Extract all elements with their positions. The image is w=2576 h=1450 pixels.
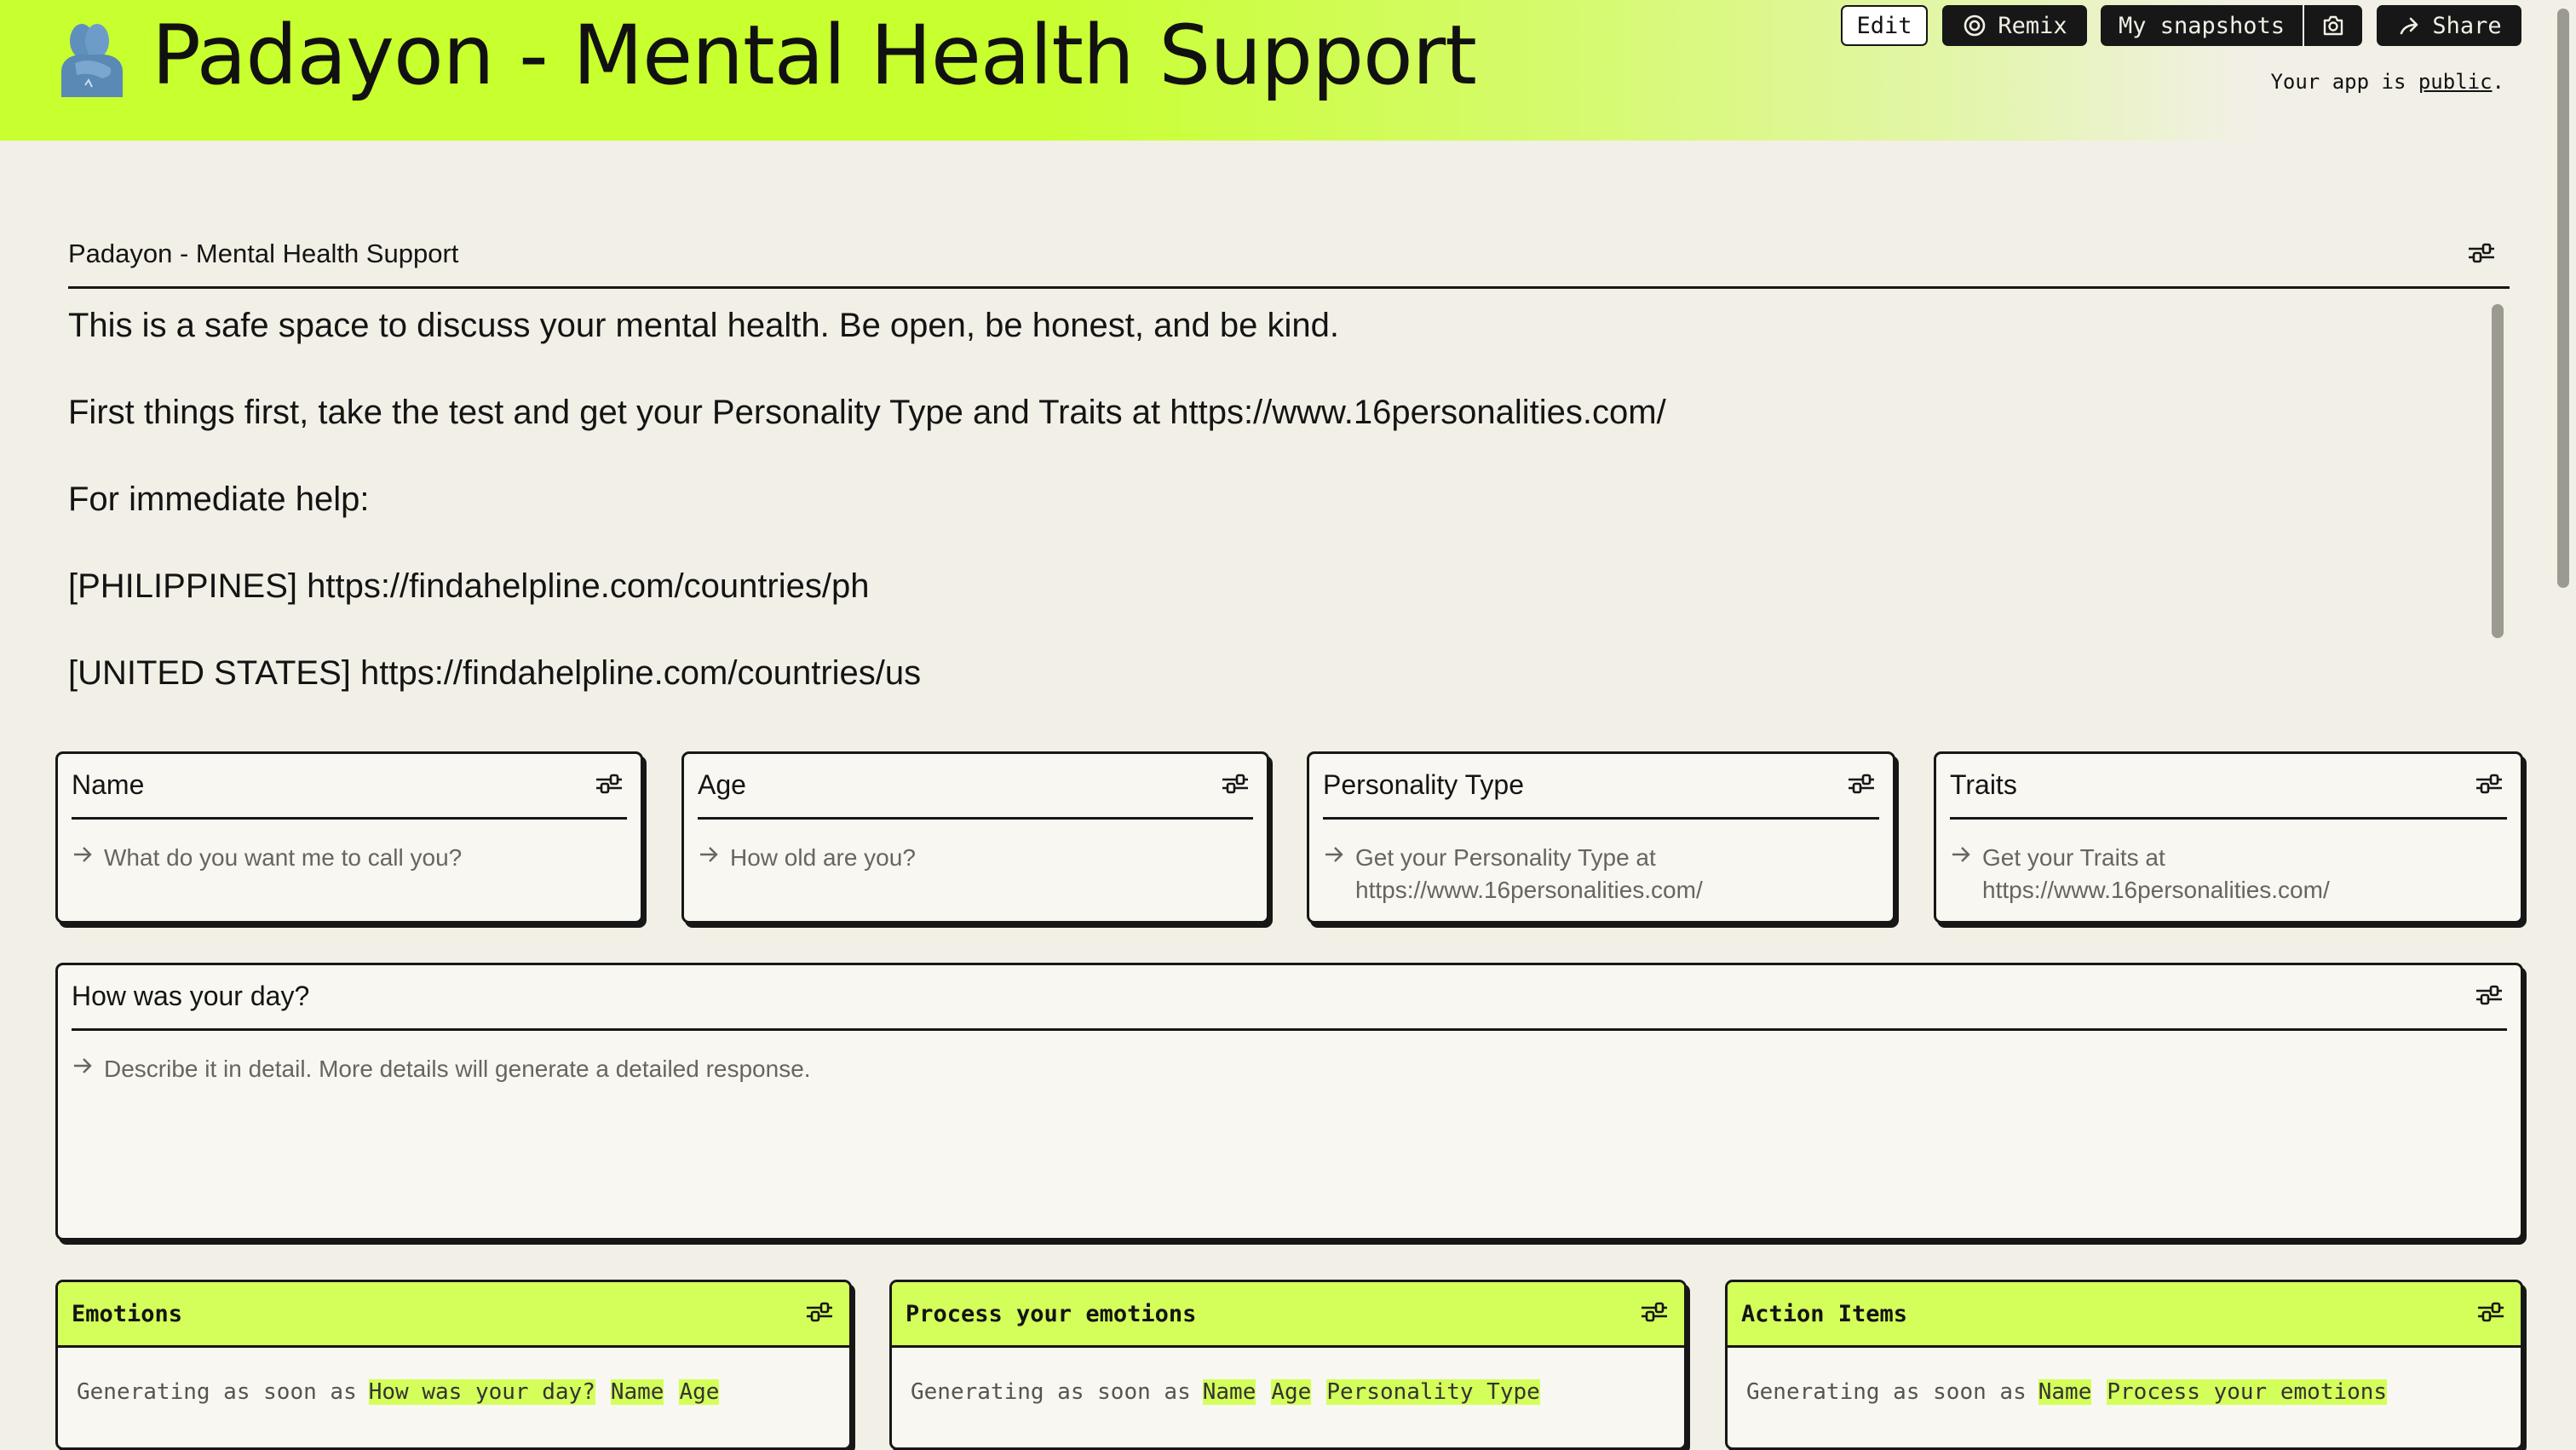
dependency-chip: Age	[1271, 1379, 1312, 1405]
day-textarea[interactable]: Describe it in detail. More details will…	[72, 1053, 2507, 1223]
settings-sliders-icon[interactable]	[805, 1301, 834, 1323]
traits-input[interactable]: Get your Traits at https://www.16persona…	[1950, 842, 2507, 906]
description-panel: Padayon - Mental Health Support This is …	[68, 213, 2510, 703]
arrow-right-icon	[74, 847, 92, 862]
app-header: Padayon - Mental Health Support Edit Rem…	[0, 0, 2556, 141]
card-header: Name	[72, 754, 627, 820]
share-arrow-icon	[2401, 17, 2418, 35]
public-link[interactable]: public	[2418, 70, 2493, 94]
settings-sliders-icon[interactable]	[2476, 1301, 2505, 1323]
card-header: How was your day?	[72, 965, 2507, 1031]
output-card-title: Process your emotions	[906, 1301, 1197, 1327]
dependency-chip: Process your emotions	[2107, 1379, 2388, 1405]
input-card-age: Age How old are you?	[681, 751, 1269, 924]
status-prefix: Generating as soon as	[77, 1379, 357, 1405]
output-status: Generating as soon as How was your day? Na…	[77, 1375, 836, 1409]
dependency-chip: Personality Type	[1326, 1379, 1540, 1405]
output-status: Generating as soon as Name Process your em…	[1746, 1375, 2507, 1409]
dependency-chip: Name	[610, 1379, 664, 1405]
description-scrollbar[interactable]	[2492, 304, 2504, 638]
description-line: This is a safe space to discuss your men…	[68, 307, 1340, 344]
settings-sliders-icon[interactable]	[1847, 773, 1876, 795]
arrow-right-icon	[74, 1058, 92, 1073]
card-title: Name	[72, 769, 145, 800]
settings-sliders-icon[interactable]	[2467, 242, 2496, 264]
dependency-chip: Name	[2038, 1379, 2092, 1405]
settings-sliders-icon[interactable]	[1640, 1301, 1669, 1323]
input-card-personality-type: Personality Type Get your Personality Ty…	[1307, 751, 1895, 924]
input-placeholder: Get your Traits at https://www.16persona…	[1982, 844, 2330, 903]
description-title: Padayon - Mental Health Support	[68, 239, 459, 268]
remix-button-label: Remix	[1998, 12, 2067, 39]
card-title: How was your day?	[72, 981, 310, 1011]
card-header: Age	[698, 754, 1253, 820]
dependency-chip: Name	[1202, 1379, 1256, 1405]
input-card-day: How was your day? Describe it in detail.…	[55, 963, 2523, 1240]
visibility-note: Your app is public.	[2270, 70, 2504, 94]
card-title: Traits	[1950, 769, 2017, 800]
take-snapshot-button[interactable]	[2303, 5, 2362, 46]
card-header: Traits	[1950, 754, 2507, 820]
status-prefix: Generating as soon as	[911, 1379, 1191, 1405]
input-placeholder: Get your Personality Type at https://www…	[1355, 844, 1703, 903]
output-card-title: Emotions	[72, 1301, 183, 1327]
output-card-header: Action Items	[1728, 1282, 2521, 1348]
output-card-action-items: Action Items Generating as soon as Name Pr…	[1725, 1280, 2523, 1450]
output-card-process-emotions: Process your emotions Generating as soon…	[889, 1280, 1687, 1450]
page-scrollbar[interactable]	[2557, 9, 2569, 588]
description-line: For immediate help:	[68, 480, 370, 518]
my-snapshots-button[interactable]: My snapshots	[2101, 5, 2303, 46]
app-title-group: Padayon - Mental Health Support	[51, 0, 1477, 111]
input-card-traits: Traits Get your Traits at https://www.16…	[1934, 751, 2523, 924]
personality-type-input[interactable]: Get your Personality Type at https://www…	[1323, 842, 1879, 906]
visibility-note-text: Your app is	[2270, 70, 2418, 94]
edit-button-label: Edit	[1856, 12, 1912, 39]
app-title: Padayon - Mental Health Support	[152, 8, 1477, 103]
dependency-chip: How was your day?	[368, 1379, 595, 1405]
status-prefix: Generating as soon as	[1746, 1379, 2027, 1405]
arrow-right-icon	[1325, 847, 1343, 862]
input-placeholder: How old are you?	[730, 844, 916, 871]
settings-sliders-icon[interactable]	[595, 773, 624, 795]
my-snapshots-label: My snapshots	[2118, 12, 2286, 39]
age-input[interactable]: How old are you?	[698, 842, 1253, 874]
description-header: Padayon - Mental Health Support	[68, 213, 2510, 289]
name-input[interactable]: What do you want me to call you?	[72, 842, 627, 874]
settings-sliders-icon[interactable]	[1221, 773, 1250, 795]
edit-button[interactable]: Edit	[1841, 5, 1928, 46]
description-body: This is a safe space to discuss your men…	[68, 304, 2470, 703]
card-header: Personality Type	[1323, 754, 1879, 820]
output-card-title: Action Items	[1741, 1301, 1908, 1327]
output-status: Generating as soon as Name Age Personality …	[911, 1375, 1670, 1409]
card-title: Age	[698, 769, 746, 800]
people-hugging-icon	[61, 24, 123, 97]
share-button-label: Share	[2432, 12, 2502, 39]
description-line: [UNITED STATES] https://findahelpline.co…	[68, 654, 922, 692]
input-card-name: Name What do you want me to call you?	[55, 751, 643, 924]
visibility-note-period: .	[2492, 70, 2504, 94]
dependency-chip: Age	[679, 1379, 720, 1405]
arrow-right-icon	[1952, 847, 1970, 862]
input-placeholder: What do you want me to call you?	[104, 844, 463, 871]
remix-button[interactable]: Remix	[1942, 5, 2087, 46]
output-card-header: Process your emotions	[892, 1282, 1684, 1348]
description-line: [PHILIPPINES] https://findahelpline.com/…	[68, 567, 870, 605]
arrow-right-icon	[700, 847, 718, 862]
settings-sliders-icon[interactable]	[2475, 984, 2504, 1006]
share-button[interactable]: Share	[2377, 5, 2521, 46]
output-card-header: Emotions	[58, 1282, 849, 1348]
remix-icon	[1964, 14, 1986, 37]
output-card-emotions: Emotions Generating as soon as How was yo…	[55, 1280, 852, 1450]
input-placeholder: Describe it in detail. More details will…	[104, 1056, 811, 1082]
snapshots-group: My snapshots	[2101, 5, 2362, 46]
description-line: First things first, take the test and ge…	[68, 394, 1666, 431]
settings-sliders-icon[interactable]	[2475, 773, 2504, 795]
card-title: Personality Type	[1323, 769, 1524, 800]
camera-icon	[2323, 15, 2343, 36]
